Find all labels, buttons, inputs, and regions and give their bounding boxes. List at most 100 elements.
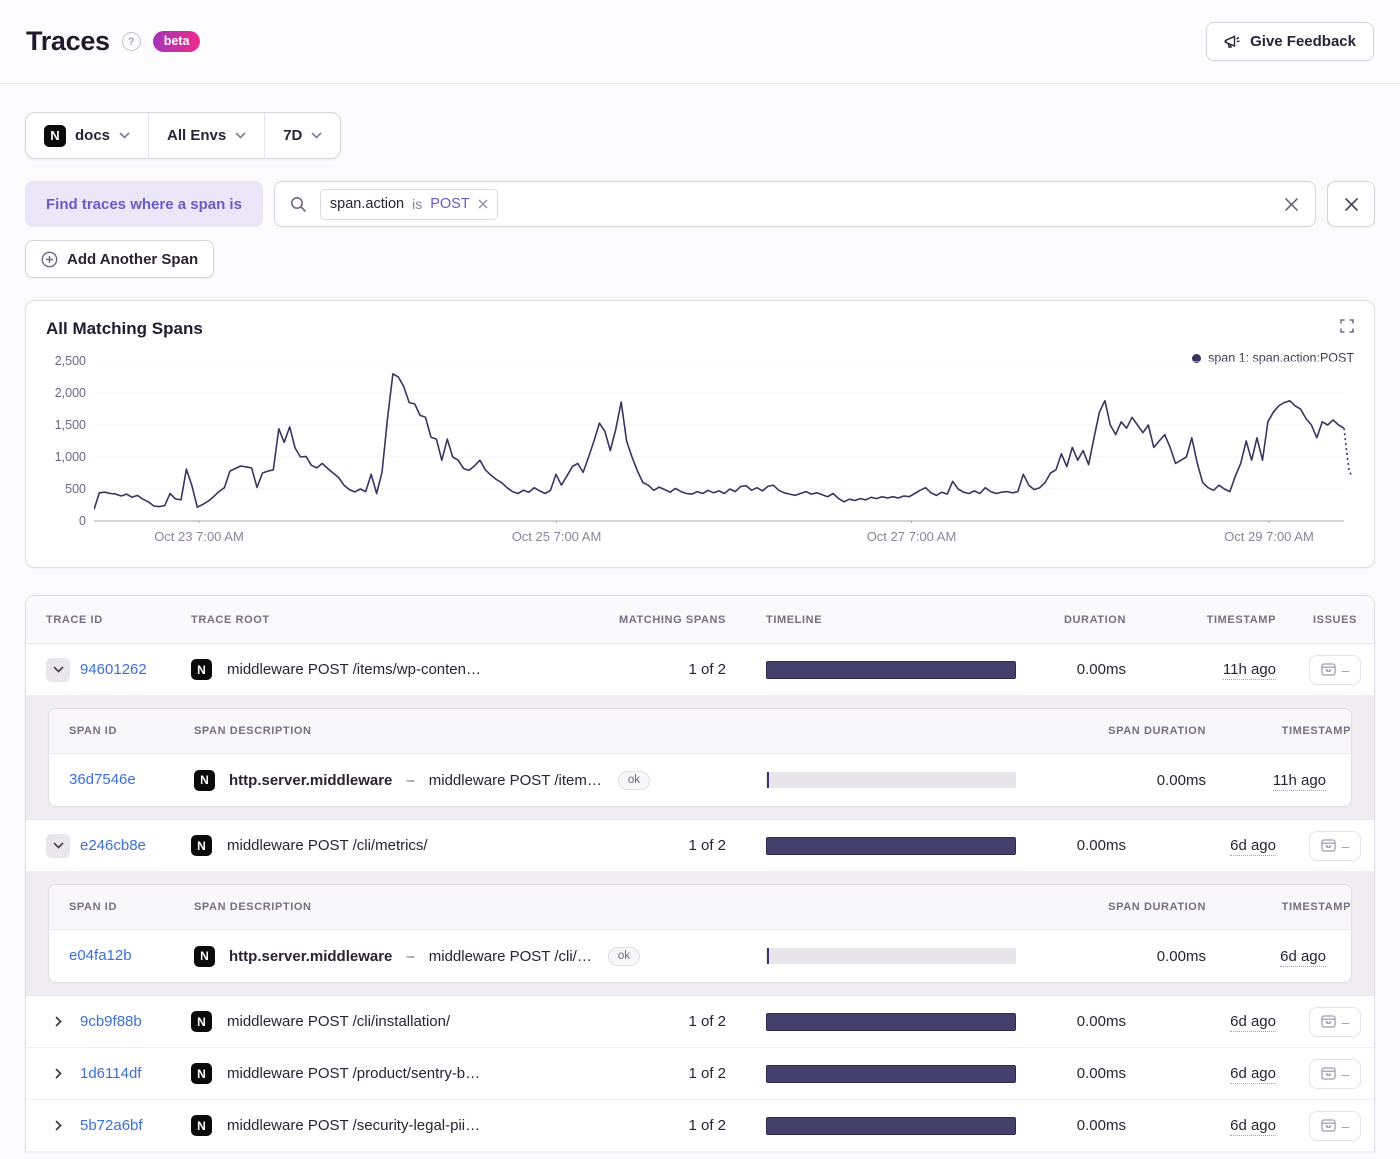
token-remove-icon[interactable] [478,199,488,209]
x-axis-tick-label: Oct 29 7:00 AM [1224,529,1314,544]
span-row[interactable]: e04fa12b N http.server.middleware – midd… [49,930,1351,982]
collapse-row-button[interactable] [46,833,70,858]
help-icon[interactable]: ? [121,32,141,51]
span-row[interactable]: 36d7546e N http.server.middleware – midd… [49,754,1351,806]
table-row[interactable]: 94601262 N middleware POST /items/wp-con… [26,644,1374,696]
environment-filter[interactable]: All Envs [148,113,264,158]
expand-row-button[interactable] [46,1010,70,1034]
issues-button[interactable]: – [1309,654,1361,685]
expanded-spans-panel: SPAN ID SPAN DESCRIPTION SPAN DURATION T… [26,872,1374,996]
col-span-description: SPAN DESCRIPTION [194,901,312,913]
megaphone-icon [1224,34,1241,50]
col-span-timestamp: TIMESTAMP [1281,901,1351,913]
duration-value: 0.00ms [1076,1065,1126,1082]
trace-root-label: middleware POST /items/wp-conten… [227,661,481,678]
date-range-filter-label: 7D [283,127,303,144]
nextjs-project-icon: N [191,1063,212,1084]
expand-row-button[interactable] [46,1114,70,1138]
col-span-timestamp: TIMESTAMP [1281,725,1351,737]
span-description: middleware POST /cli/… [428,947,592,965]
token-key: span.action [329,196,405,212]
plus-circle-icon [41,251,58,268]
table-row[interactable]: e246cb8e N middleware POST /cli/metrics/… [26,820,1374,872]
duration-value: 0.00ms [1076,837,1126,854]
spans-line-chart [94,361,1352,523]
chevron-down-icon [311,132,322,139]
y-axis-tick-label: 1,500 [54,418,86,432]
nextjs-project-icon: N [191,1115,212,1136]
span-duration-value: 0.00ms [1156,771,1206,789]
filter-token[interactable]: span.action is POST [319,188,498,220]
matching-spans-chart-card: All Matching Spans span 1: span.action:P… [25,300,1375,568]
project-filter[interactable]: N docs [26,113,148,158]
table-row[interactable]: 1d6114df N middleware POST /product/sent… [26,1048,1374,1100]
page-filter-bar: N docs All Envs 7D [25,112,342,159]
timestamp-value[interactable]: 6d ago [1230,837,1276,856]
add-another-span-button[interactable]: Add Another Span [25,240,215,278]
x-axis-tick-label: Oct 27 7:00 AM [866,529,957,544]
traces-table: TRACE ID TRACE ROOT MATCHING SPANS TIMEL… [25,595,1375,1152]
filter-row: N docs All Envs 7D [25,112,1375,159]
issues-icon [1320,1015,1336,1028]
y-axis-tick-label: 0 [79,514,86,528]
issues-icon [1320,1067,1336,1080]
trace-timeline-bar[interactable] [766,1064,1016,1083]
y-axis-tick-label: 1,000 [54,450,86,464]
dash-separator: – [406,947,415,965]
trace-id-link[interactable]: 9cb9f88b [80,1013,142,1030]
table-row[interactable]: 5b72a6bf N middleware POST /security-leg… [26,1100,1374,1152]
trace-timeline-bar[interactable] [766,836,1016,855]
span-status-badge: ok [607,946,641,966]
span-timeline-track[interactable] [766,772,1016,788]
span-timestamp-value[interactable]: 11h ago [1272,771,1326,791]
span-timeline-track[interactable] [766,948,1016,964]
content: N docs All Envs 7D Find traces where a s… [0,112,1400,1152]
issues-button[interactable]: – [1309,1058,1361,1089]
trace-id-link[interactable]: 94601262 [80,661,147,678]
trace-id-link[interactable]: 1d6114df [80,1065,141,1082]
matching-spans-value: 1 of 2 [688,661,726,678]
col-timeline: TIMELINE [766,613,823,626]
remove-span-query-button[interactable] [1327,181,1375,227]
expand-row-button[interactable] [46,1062,70,1086]
trace-id-link[interactable]: e246cb8e [80,837,146,854]
trace-timeline-bar[interactable] [766,1012,1016,1031]
project-filter-label: docs [75,127,111,144]
table-row[interactable]: 9cb9f88b N middleware POST /cli/installa… [26,996,1374,1048]
give-feedback-button[interactable]: Give Feedback [1206,22,1374,61]
token-operator[interactable]: is [412,196,422,212]
fullscreen-icon[interactable] [1340,319,1354,333]
spans-table-header: SPAN ID SPAN DESCRIPTION SPAN DURATION T… [49,709,1351,754]
clear-search-icon[interactable] [1284,197,1299,212]
timestamp-value[interactable]: 6d ago [1230,1117,1276,1136]
timestamp-value[interactable]: 11h ago [1222,661,1276,680]
issues-icon [1320,1119,1336,1132]
issues-button[interactable]: – [1309,830,1361,861]
span-duration-value: 0.00ms [1156,947,1206,965]
date-range-filter[interactable]: 7D [264,113,340,158]
span-id-link[interactable]: e04fa12b [69,947,132,964]
y-axis-tick-label: 2,500 [54,354,86,368]
duration-value: 0.00ms [1076,1117,1126,1134]
collapse-row-button[interactable] [46,657,70,682]
search-icon [290,196,307,213]
trace-timeline-bar[interactable] [766,1116,1016,1135]
span-id-link[interactable]: 36d7546e [69,771,136,788]
trace-timeline-bar[interactable] [766,660,1016,679]
y-axis-tick-label: 500 [65,482,86,496]
dash-separator: – [406,771,415,789]
matching-spans-value: 1 of 2 [688,837,726,854]
page-title: Traces [26,26,110,56]
span-search-input[interactable]: span.action is POST [273,181,1316,227]
x-axis-tick-label: Oct 23 7:00 AM [154,529,244,544]
issues-button[interactable]: – [1309,1110,1361,1141]
trace-id-link[interactable]: 5b72a6bf [80,1117,143,1134]
token-value[interactable]: POST [430,196,469,212]
timestamp-value[interactable]: 6d ago [1230,1065,1276,1084]
span-timestamp-value[interactable]: 6d ago [1280,947,1326,967]
issues-button[interactable]: – [1309,1006,1361,1037]
span-timeline-tick [767,948,769,964]
timestamp-value[interactable]: 6d ago [1230,1013,1276,1032]
matching-spans-value: 1 of 2 [688,1065,726,1082]
duration-value: 0.00ms [1076,661,1126,678]
